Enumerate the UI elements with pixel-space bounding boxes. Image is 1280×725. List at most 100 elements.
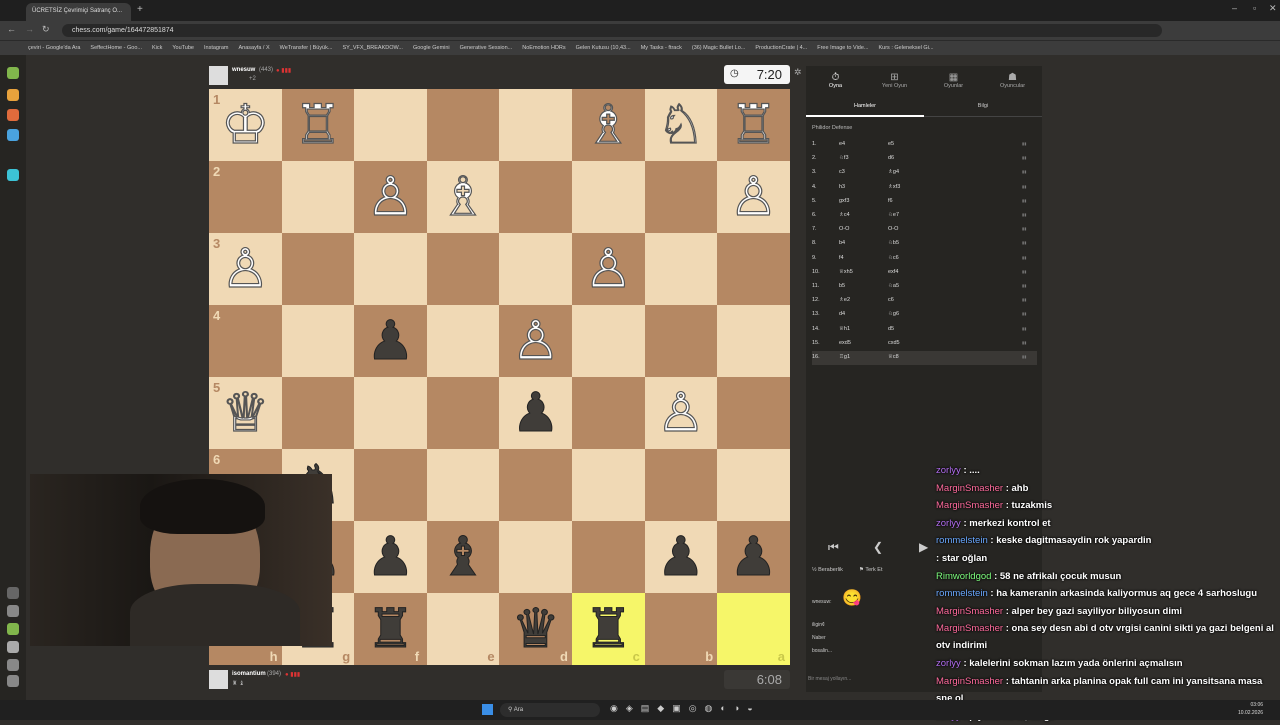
board-square[interactable] xyxy=(281,233,355,305)
board-square[interactable] xyxy=(572,377,645,449)
move-san[interactable]: ♘a5 xyxy=(888,283,899,289)
move-san[interactable]: ♗c4 xyxy=(839,212,850,218)
learn-icon[interactable] xyxy=(7,109,19,121)
chat-username[interactable]: zorlyy xyxy=(936,465,961,476)
bookmark-item[interactable]: SY_VFX_BREAKDOW... xyxy=(342,45,403,51)
bookmark-item[interactable]: My Tasks - ftrack xyxy=(641,45,682,51)
board-square[interactable]: ♙ xyxy=(354,161,427,233)
white-piece[interactable]: ♙ xyxy=(220,241,270,296)
board-square[interactable]: ♗ xyxy=(426,161,500,233)
black-piece[interactable]: ♜ xyxy=(584,601,633,656)
board-square[interactable] xyxy=(426,233,500,305)
board-square[interactable] xyxy=(281,305,355,377)
tab-players[interactable]: ☗ Oyuncular xyxy=(983,72,1042,89)
bookmark-item[interactable]: Anasayfa / X xyxy=(238,45,269,51)
board-square[interactable]: ♟ xyxy=(644,521,718,593)
board-square[interactable] xyxy=(426,377,500,449)
move-row[interactable]: 2. ♘f3 d6 ▮▮ xyxy=(812,152,1037,166)
chat-username[interactable]: rommelstein xyxy=(936,535,988,546)
taskbar-search[interactable]: ⚲ Ara xyxy=(500,703,600,717)
friends-icon[interactable] xyxy=(7,623,19,635)
move-row[interactable]: 3. c3 ♗g4 ▮▮ xyxy=(812,166,1037,180)
board-square[interactable] xyxy=(499,449,572,521)
subtab-info[interactable]: Bilgi xyxy=(924,97,1042,117)
move-san[interactable]: c3 xyxy=(839,169,845,175)
draw-button[interactable]: ½ Beraberlik xyxy=(812,567,843,573)
move-san[interactable]: d6 xyxy=(888,155,894,161)
tab-play[interactable]: ⏱ Oyna xyxy=(806,72,865,89)
move-san[interactable]: ♕c8 xyxy=(888,354,899,360)
move-row[interactable]: 8. b4 ♘b5 ▮▮ xyxy=(812,237,1037,251)
forward-icon[interactable]: → xyxy=(25,24,34,34)
chat-username[interactable]: MarginSmasher xyxy=(936,483,1003,494)
move-san[interactable]: gxf3 xyxy=(839,198,849,204)
move-san[interactable]: c6 xyxy=(888,297,894,303)
first-move-icon[interactable]: ⏮ xyxy=(828,540,839,555)
board-square[interactable]: ♟ xyxy=(354,305,427,377)
move-san[interactable]: e4 xyxy=(839,141,845,147)
board-square[interactable] xyxy=(644,305,718,377)
move-row[interactable]: 12. ♗e2 c6 ▮▮ xyxy=(812,294,1037,308)
browser-tab[interactable]: ÜCRETSİZ Çevrimiçi Satranç O... xyxy=(26,3,131,21)
resign-button[interactable]: ⚑ Terk Et xyxy=(859,567,882,573)
diamond-icon[interactable] xyxy=(7,169,19,181)
move-san[interactable]: ♘f3 xyxy=(839,155,849,161)
black-piece[interactable]: ♟ xyxy=(366,313,415,368)
board-square[interactable]: ♙ xyxy=(499,305,572,377)
board-square[interactable] xyxy=(499,161,572,233)
black-piece[interactable]: ♟ xyxy=(656,529,705,584)
move-san[interactable]: cxd5 xyxy=(888,340,900,346)
board-square[interactable] xyxy=(644,233,718,305)
notifications-icon[interactable] xyxy=(7,659,19,671)
bookmark-item[interactable]: (36) Magic Bullet Lo... xyxy=(692,45,746,51)
move-san[interactable]: ♘e7 xyxy=(888,212,899,218)
board-square[interactable] xyxy=(426,305,500,377)
move-san[interactable]: ♘b5 xyxy=(888,240,899,246)
chat-username[interactable]: zorlyy xyxy=(936,518,961,529)
bookmark-item[interactable]: ProductionCrate | 4... xyxy=(755,45,807,51)
move-san[interactable]: d4 xyxy=(839,311,845,317)
prev-move-icon[interactable]: ❮ xyxy=(873,540,883,554)
close-icon[interactable]: ✕ xyxy=(1269,3,1277,14)
settings-icon[interactable] xyxy=(7,675,19,687)
reload-icon[interactable]: ↻ xyxy=(42,24,50,35)
board-square[interactable]: ♖ xyxy=(281,89,355,161)
black-piece[interactable]: ♜ xyxy=(366,601,415,656)
white-piece[interactable]: ♖ xyxy=(729,97,779,152)
move-san[interactable]: f4 xyxy=(839,255,844,261)
avatar[interactable] xyxy=(209,66,228,85)
board-square[interactable] xyxy=(281,377,355,449)
board-square[interactable] xyxy=(354,233,427,305)
move-san[interactable]: b5 xyxy=(839,283,845,289)
board-square[interactable] xyxy=(499,233,572,305)
move-san[interactable]: f6 xyxy=(888,198,893,204)
move-row[interactable]: 1. e4 e5 ▮▮ xyxy=(812,138,1037,152)
board-square[interactable]: ♟ xyxy=(354,521,427,593)
board-square[interactable] xyxy=(572,305,645,377)
chat-input[interactable]: Bir mesaj yollayın... xyxy=(808,676,851,682)
move-san[interactable]: ♘c6 xyxy=(888,255,899,261)
move-san[interactable]: exd5 xyxy=(839,340,851,346)
bookmark-item[interactable]: Instagram xyxy=(204,45,228,51)
tab-new-game[interactable]: ⊞ Yeni Oyun xyxy=(865,72,924,89)
move-row[interactable]: 16. ♖g1 ♕c8 ▮▮ xyxy=(812,351,1037,365)
board-square[interactable] xyxy=(572,161,645,233)
white-piece[interactable]: ♗ xyxy=(583,97,633,152)
move-row[interactable]: 14. ♕h1 d5 ▮▮ xyxy=(812,323,1037,337)
bookmark-item[interactable]: Generative Session... xyxy=(460,45,513,51)
board-square[interactable]: ♟ xyxy=(717,521,790,593)
url-input[interactable]: chess.com/game/164472851874 xyxy=(62,24,1162,37)
board-square[interactable]: ♙ xyxy=(717,161,790,233)
board-square[interactable]: ♖ xyxy=(717,89,790,161)
board-square[interactable] xyxy=(354,377,427,449)
board-square[interactable] xyxy=(354,89,427,161)
new-tab-icon[interactable]: + xyxy=(137,4,143,15)
board-square[interactable] xyxy=(572,521,645,593)
board-square[interactable] xyxy=(717,449,790,521)
move-row[interactable]: 10. ♕xh5 exf4 ▮▮ xyxy=(812,266,1037,280)
chat-username[interactable]: rommelstein xyxy=(936,588,988,599)
next-move-icon[interactable]: ▶ xyxy=(919,540,928,554)
move-san[interactable]: exf4 xyxy=(888,269,898,275)
bookmark-item[interactable]: çeviri - Google'da Ara xyxy=(28,45,80,51)
bookmark-item[interactable]: YouTube xyxy=(172,45,194,51)
